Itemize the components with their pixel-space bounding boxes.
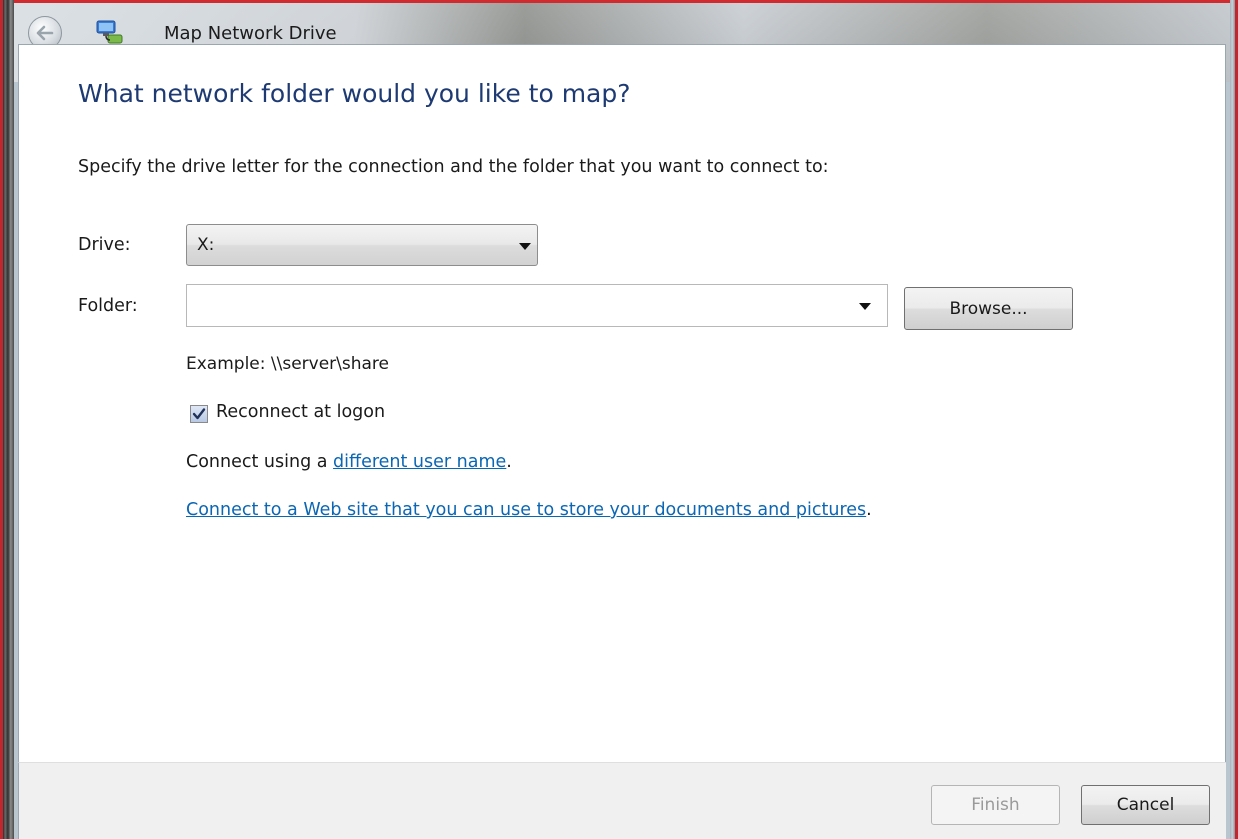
finish-button[interactable]: Finish [931,785,1060,825]
folder-dropdown-arrow-icon[interactable] [859,303,871,310]
web-site-link-row: Connect to a Web site that you can use t… [186,500,872,520]
instruction-text: Specify the drive letter for the connect… [78,157,829,177]
connect-using-prefix: Connect using a [186,452,334,472]
different-user-name-link[interactable]: different user name [333,452,506,472]
window-title: Map Network Drive [164,23,337,44]
dialog-content [18,44,1226,762]
drive-selected-value: X: [197,235,215,255]
chevron-down-icon [519,243,531,250]
example-text: Example: \\server\share [186,354,390,374]
connect-using-suffix: . [506,452,512,472]
cancel-button[interactable]: Cancel [1081,785,1210,825]
folder-combobox[interactable] [186,284,888,327]
map-network-drive-window: Map Network Drive What network folder wo… [0,0,1238,839]
connect-web-site-link[interactable]: Connect to a Web site that you can use t… [186,500,866,520]
reconnect-checkbox[interactable] [190,405,208,423]
reconnect-label[interactable]: Reconnect at logon [216,402,385,422]
back-arrow-icon [36,25,54,41]
window-frame-left [0,0,14,839]
web-site-link-suffix: . [866,500,872,520]
drive-label: Drive: [78,235,131,255]
checkmark-icon [192,408,206,420]
drive-select[interactable]: X: [186,224,538,266]
browse-button[interactable]: Browse... [904,287,1073,330]
window-frame-right [1230,0,1238,839]
page-heading: What network folder would you like to ma… [78,79,631,108]
network-drive-icon [96,20,123,44]
connect-using-text: Connect using a different user name. [186,452,512,472]
folder-label: Folder: [78,296,138,316]
folder-input[interactable] [189,287,851,324]
